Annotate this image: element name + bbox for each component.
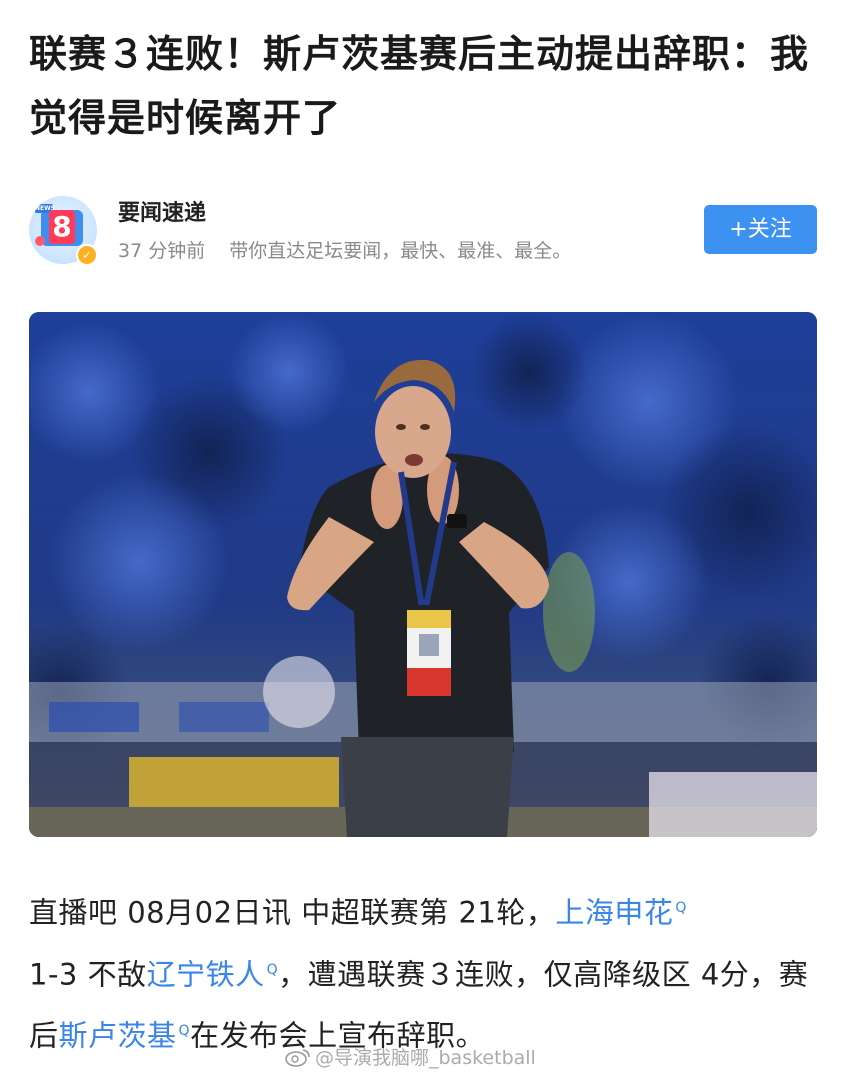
- search-link-icon[interactable]: Q: [179, 1023, 191, 1039]
- post-time: 37 分钟前: [118, 240, 206, 262]
- watermark: @导演我脑哪_basketball: [285, 1045, 536, 1071]
- avatar-number: 8: [49, 210, 75, 244]
- body-text-2: 1-3 不敌: [29, 957, 147, 992]
- link-slutsky[interactable]: 斯卢茨基: [59, 1019, 177, 1053]
- weibo-icon: [285, 1049, 310, 1067]
- search-link-icon[interactable]: Q: [675, 900, 687, 916]
- body-text-1: 直播吧 08月02日讯 中超联赛第 21轮，: [29, 895, 556, 930]
- author-bio: 带你直达足坛要闻，最快、最准、最全。: [229, 240, 572, 262]
- article-page: 联赛３连败！斯卢茨基赛后主动提出辞职：我觉得是时候离开了 NEWS 8 ✓ 要闻…: [0, 0, 846, 1080]
- link-shanghai-shenhua[interactable]: 上海申花: [555, 896, 673, 930]
- heart-icon: [35, 236, 45, 246]
- verified-badge-icon: ✓: [76, 244, 98, 266]
- article-body: 直播吧 08月02日讯 中超联赛第 21轮，上海申花 Q 1-3 不敌辽宁铁人 Q，…: [29, 880, 819, 1065]
- link-liaoning-tieren[interactable]: 辽宁铁人: [147, 957, 265, 991]
- author-meta: 37 分钟前 带你直达足坛要闻，最快、最准、最全。: [118, 238, 571, 264]
- article-photo[interactable]: [29, 312, 817, 837]
- author-row: NEWS 8 ✓ 要闻速递 37 分钟前 带你直达足坛要闻，最快、最准、最全。 …: [29, 194, 817, 266]
- search-link-icon[interactable]: Q: [267, 962, 279, 978]
- author-name[interactable]: 要闻速递: [118, 200, 206, 228]
- coach-photo: [29, 312, 817, 837]
- follow-button[interactable]: +关注: [704, 205, 817, 254]
- article-title: 联赛３连败！斯卢茨基赛后主动提出辞职：我觉得是时候离开了: [29, 32, 810, 140]
- watermark-text: @导演我脑哪_basketball: [315, 1047, 536, 1069]
